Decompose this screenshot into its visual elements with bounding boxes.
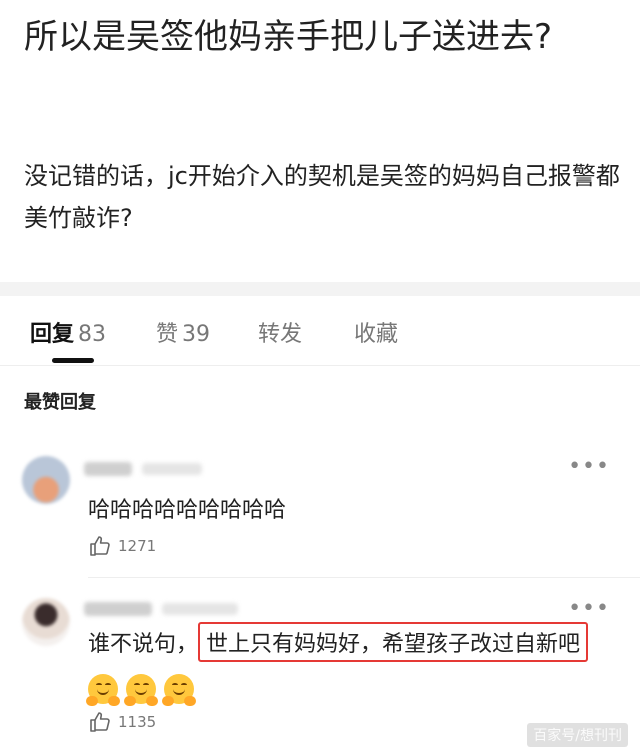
comment-text: 哈哈哈哈哈哈哈哈哈 bbox=[88, 498, 287, 523]
tab-replies[interactable]: 回复 83 bbox=[30, 316, 106, 348]
comment-meta-blurred bbox=[142, 463, 202, 475]
tab-replies-label: 回复 bbox=[30, 322, 75, 347]
like-count: 1271 bbox=[118, 537, 157, 555]
comment-text-prefix: 谁不说句， bbox=[88, 632, 199, 657]
like-count: 1135 bbox=[118, 713, 157, 731]
emoji-row bbox=[86, 672, 196, 706]
like-button[interactable]: 1135 bbox=[88, 710, 156, 734]
avatar[interactable] bbox=[22, 456, 70, 504]
hug-emoji bbox=[162, 672, 196, 706]
section-title: 最赞回复 bbox=[24, 392, 96, 413]
tab-replies-count: 83 bbox=[78, 322, 107, 347]
thumbs-up-icon bbox=[90, 536, 110, 556]
tab-likes-label: 赞 bbox=[156, 322, 179, 347]
highlighted-text: 世上只有妈妈好，希望孩子改过自新吧 bbox=[198, 622, 589, 662]
hug-emoji bbox=[86, 672, 120, 706]
comment-divider bbox=[88, 577, 640, 578]
username-blurred[interactable] bbox=[84, 462, 132, 476]
hug-emoji bbox=[124, 672, 158, 706]
username-blurred[interactable] bbox=[84, 602, 152, 616]
more-options-icon[interactable]: ••• bbox=[568, 596, 610, 621]
tab-reposts[interactable]: 转发 bbox=[258, 316, 302, 348]
tab-favorites-label: 收藏 bbox=[354, 322, 399, 347]
post-title: 所以是吴签他妈亲手把儿子送进去? bbox=[24, 17, 553, 57]
active-tab-indicator bbox=[52, 358, 94, 363]
tab-favorites[interactable]: 收藏 bbox=[354, 316, 398, 348]
section-divider bbox=[0, 282, 640, 296]
like-button[interactable]: 1271 bbox=[88, 534, 156, 558]
comment-meta-blurred bbox=[162, 603, 238, 615]
thumbs-up-icon bbox=[90, 712, 110, 732]
avatar[interactable] bbox=[22, 598, 70, 646]
tab-likes[interactable]: 赞 39 bbox=[156, 316, 210, 348]
more-options-icon[interactable]: ••• bbox=[568, 454, 610, 479]
watermark: 百家号/想刊刊 bbox=[527, 723, 628, 747]
comment-text: 谁不说句， 世上只有妈妈好，希望孩子改过自新吧 bbox=[88, 622, 589, 662]
post-body: 没记错的话，jc开始介入的契机是吴签的妈妈自己报警都美竹敲诈? bbox=[24, 162, 620, 232]
tab-reposts-label: 转发 bbox=[258, 322, 303, 347]
tab-likes-count: 39 bbox=[182, 322, 211, 347]
tab-bar: 回复 83 赞 39 转发 收藏 bbox=[0, 296, 640, 366]
